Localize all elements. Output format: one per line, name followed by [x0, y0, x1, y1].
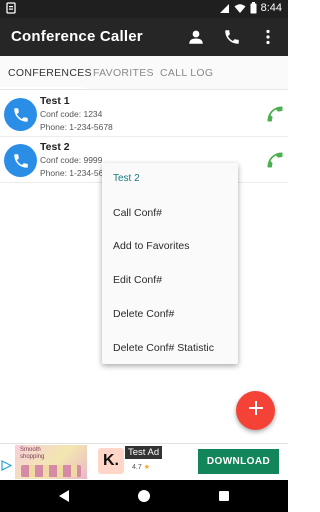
context-menu-title: Test 2: [113, 173, 140, 184]
ad-image[interactable]: Smooth shopping: [15, 445, 87, 479]
more-vert-icon[interactable]: [256, 25, 280, 49]
ad-image-decoration: [21, 465, 81, 477]
menu-item-add-to-favorites[interactable]: Add to Favorites: [113, 240, 189, 252]
recents-icon[interactable]: [216, 488, 232, 504]
notification-icon: [6, 2, 16, 14]
home-icon[interactable]: [136, 488, 152, 504]
back-icon[interactable]: [56, 488, 72, 504]
navigation-bar: [0, 480, 288, 512]
menu-item-delete-conf[interactable]: Delete Conf#: [113, 308, 174, 320]
conference-code: Conf code: 9999: [40, 155, 103, 165]
person-icon[interactable]: [184, 25, 208, 49]
battery-icon: [250, 2, 257, 14]
add-conference-button[interactable]: [236, 391, 275, 430]
star-icon: ★: [143, 464, 151, 471]
ad-rating: 4.7 ★: [132, 463, 151, 472]
context-menu: Test 2 Call Conf# Add to Favorites Edit …: [102, 163, 238, 364]
menu-item-delete-conf-statistic[interactable]: Delete Conf# Statistic: [113, 342, 214, 354]
ad-image-text-1: Smooth: [20, 447, 41, 453]
app-bar: Conference Caller: [0, 18, 288, 56]
tab-bar: CONFERENCES FAVORITES CALL LOG: [0, 56, 288, 90]
tab-indicator: [0, 87, 84, 89]
conference-phone: Phone: 1-234-5678: [40, 122, 113, 132]
ad-image-text-2: shopping: [20, 454, 45, 460]
ad-label: Test Ad: [125, 446, 163, 459]
plus-icon: [248, 401, 263, 420]
ad-app-logo[interactable]: K.: [98, 448, 124, 474]
ad-download-button[interactable]: DOWNLOAD: [198, 449, 279, 474]
tab-call-log[interactable]: CALL LOG: [160, 56, 213, 90]
tab-favorites[interactable]: FAVORITES: [93, 56, 154, 90]
conference-title: Test 2: [40, 141, 70, 153]
ad-rating-value: 4.7: [132, 463, 142, 471]
ad-banner[interactable]: Smooth shopping K. Test Ad 4.7 ★ DOWNLOA…: [0, 443, 288, 480]
status-bar: 8:44: [0, 0, 288, 18]
ad-choices-icon[interactable]: [1, 458, 13, 471]
menu-item-call-conf[interactable]: Call Conf#: [113, 207, 162, 219]
phone-icon[interactable]: [220, 25, 244, 49]
list-item[interactable]: Test 1 Conf code: 1234 Phone: 1-234-5678: [0, 92, 288, 137]
tab-conferences[interactable]: CONFERENCES: [8, 56, 92, 90]
call-phone-icon[interactable]: [265, 104, 285, 124]
conference-code: Conf code: 1234: [40, 109, 103, 119]
app-title: Conference Caller: [11, 28, 143, 45]
call-phone-icon[interactable]: [265, 150, 285, 170]
status-time: 8:44: [260, 2, 282, 14]
phone-handset-icon: [4, 98, 37, 131]
phone-handset-icon: [4, 144, 37, 177]
menu-item-edit-conf[interactable]: Edit Conf#: [113, 274, 162, 286]
wifi-icon: [234, 3, 246, 14]
conference-title: Test 1: [40, 95, 70, 107]
signal-icon: [219, 3, 230, 14]
